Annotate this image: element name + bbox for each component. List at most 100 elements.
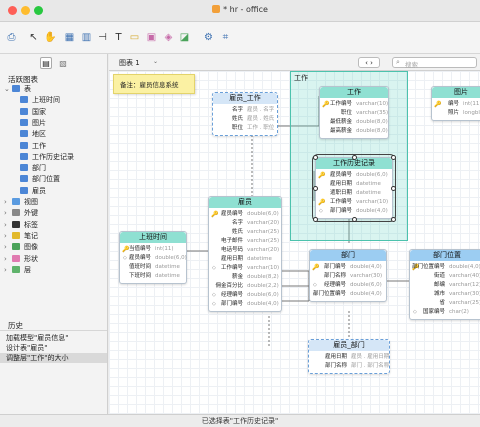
table-field-row[interactable]: 🔑 部门位置编号 double(4,0) [410,263,480,272]
tree-item-table[interactable]: 上班时间 [20,95,60,106]
resize-handle[interactable] [313,217,318,222]
tree-item-table[interactable]: 部门 [20,163,46,174]
table-field-row[interactable]: 🔑 工作编号 varchar(10) [316,198,392,207]
hand-tool-icon[interactable]: ✋ [44,31,57,44]
tree-item-table[interactable]: 工作 [20,141,46,152]
chevron-right-icon[interactable]: › [4,197,7,208]
chevron-right-icon[interactable]: › [4,220,7,231]
table-field-row[interactable]: 部门名称 varchar(30) [310,272,386,281]
table-field-row[interactable]: ◇ 部门编号 double(4,0) [316,207,392,216]
layer-tool-icon[interactable]: ◪ [178,31,191,44]
resize-handle[interactable] [391,186,396,191]
view-emp-dept[interactable]: 雇员_部门 雇用日期 雇员 . 雇用日期 部门名称 部门 . 部门名称 [308,339,390,374]
table-department[interactable]: 部门 🔑 部门编号 double(4,0) 部门名称 varchar(30) ◇ 经理编号 do… [309,249,387,302]
table-field-row[interactable]: ◇ 经理编号 double(6,0) [310,281,386,290]
table-field-row[interactable]: 照片 longblob [432,109,480,118]
tree-item-table[interactable]: 地区 [20,129,46,140]
table-field-row[interactable]: 🔑 雇员编号 double(6,0) [209,210,281,219]
connect-icon[interactable]: ⚙ [202,31,215,44]
table-field-row[interactable]: 名字 varchar(20) [209,219,281,228]
resize-handle[interactable] [313,186,318,191]
chevron-right-icon[interactable]: › [4,265,7,276]
tree-item-table[interactable]: 国家 [20,107,46,118]
diagram-canvas[interactable]: 备注：雇员信息系统 工作 雇员_工作 名字 雇员 . 名字 姓氏 雇员 . 姓氏 职位 工作… [109,71,480,414]
tree-item-group[interactable]: › 层 [4,265,31,276]
table-field-row[interactable]: 街道 varchar(40) [410,272,480,281]
table-field-row[interactable]: 省 varchar(25) [410,299,480,308]
chevron-right-icon[interactable]: › [4,254,7,265]
table-field-row[interactable]: ◇ 经理编号 double(6,0) [209,291,281,300]
tree-item-group[interactable]: › 外键 [4,208,38,219]
table-field-row[interactable]: ◇ 国家编号 char(2) [410,308,480,317]
chevron-right-icon[interactable]: › [4,208,7,219]
view-emp-job[interactable]: 雇员_工作 名字 雇员 . 名字 姓氏 雇员 . 姓氏 职位 工作 . 职位 [212,92,278,136]
save-icon[interactable]: ⎙ [5,31,18,44]
tree-item-table[interactable]: 部门位置 [20,174,60,185]
tree-item-group[interactable]: › 形状 [4,254,38,265]
table-field-row[interactable]: 电话号码 varchar(20) [209,246,281,255]
table-field-row[interactable]: 部门名称 部门 . 部门名称 [309,362,389,371]
note-tool-icon[interactable]: ▭ [128,31,141,44]
table-field-row[interactable]: 名字 雇员 . 名字 [213,106,277,115]
chevron-down-icon[interactable]: ⌄ [4,84,10,95]
table-field-row[interactable]: 最低薪金 double(8,0) [320,118,388,127]
resize-handle[interactable] [352,217,357,222]
image-tool-icon[interactable]: ▣ [145,31,158,44]
history-item[interactable]: 设计表"雇员" [6,343,47,353]
nav-arrows-button[interactable]: ‹ › [358,57,380,68]
tree-item-table[interactable]: 工作历史记录 [20,152,74,163]
resize-handle[interactable] [391,155,396,160]
tree-item-group[interactable]: › 笔记 [4,231,38,242]
table-field-row[interactable]: 雇用日期 雇员 . 雇用日期 [309,353,389,362]
table-field-row[interactable]: 职位 varchar(35) [320,109,388,118]
table-field-row[interactable]: 下班时间 datetime [120,272,186,281]
table-field-row[interactable]: 姓氏 varchar(25) [209,228,281,237]
diagram-tab[interactable]: 图表 1 [119,58,140,68]
table-field-row[interactable]: ◇ 工作编号 varchar(10) [209,264,281,273]
table-field-row[interactable]: 雇用日期 datetime [316,180,392,189]
table-field-row[interactable]: 姓氏 雇员 . 姓氏 [213,115,277,124]
table-field-row[interactable]: 佣金百分比 double(2,2) [209,282,281,291]
table-field-row[interactable]: 电子邮件 varchar(25) [209,237,281,246]
history-item[interactable]: 加载模型"雇员信息" [6,333,68,343]
table-department-location[interactable]: 部门位置 🔑 部门位置编号 double(4,0) 街道 varchar(40) 邮编 var… [409,249,480,320]
chevron-down-icon[interactable]: ⌄ [153,58,158,65]
table-work-time[interactable]: 上班时间 🔑 当值编号 int(11) ◇ 雇员编号 double(6,0) 值班时间 date… [119,231,187,284]
table-field-row[interactable]: 🔑 雇员编号 double(6,0) [316,171,392,180]
table-field-row[interactable]: ◇ 雇员编号 double(6,0) [120,254,187,263]
resize-handle[interactable] [391,217,396,222]
table-field-row[interactable]: ◇ 部门位置编号 double(4,0) [310,290,386,299]
table-field-row[interactable]: 🔑 工作编号 varchar(10) [320,100,388,109]
table-field-row[interactable]: 🔑 编号 int(11) [432,100,480,109]
shape-tool-icon[interactable]: ◈ [162,31,175,44]
table-field-row[interactable]: 城市 varchar(30) [410,290,480,299]
tree-item-group[interactable]: › 标签 [4,220,38,231]
tree-item-group[interactable]: › 图像 [4,242,38,253]
table-field-row[interactable]: 遣职日期 datetime [316,189,392,198]
table-field-row[interactable]: 邮编 varchar(12) [410,281,480,290]
chevron-right-icon[interactable]: › [4,231,7,242]
table-employee[interactable]: 雇员 🔑 雇员编号 double(6,0) 名字 varchar(20) 姓氏 varchar… [208,196,282,312]
table-field-row[interactable]: 值班时间 datetime [120,263,186,272]
table-job-history[interactable]: 工作历史记录 🔑 雇员编号 double(6,0) 雇用日期 datetime 遣职日期 da… [312,154,396,222]
resize-handle[interactable] [352,155,357,160]
tree-item-group[interactable]: › 视图 [4,197,38,208]
resize-handle[interactable] [313,155,318,160]
label-tool-icon[interactable]: T [112,31,125,44]
tree-item-group[interactable]: ⌄ 表 [4,84,31,95]
table-field-row[interactable]: ◇ 部门编号 double(4,0) [209,300,281,309]
align-icon[interactable]: ⌗ [219,31,232,44]
properties-tab-icon[interactable]: ▧ [57,57,69,69]
pointer-tool-icon[interactable]: ↖ [27,31,40,44]
object-tab-icon[interactable]: ▤ [40,57,52,69]
table-field-row[interactable]: 雇用日期 datetime [209,255,281,264]
table-field-row[interactable]: 最高薪金 double(8,0) [320,127,388,136]
view-tool-icon[interactable]: ▥ [80,31,93,44]
chevron-right-icon[interactable]: › [4,242,7,253]
search-input[interactable]: ⌕ 搜索 [392,57,477,69]
table-field-row[interactable]: 🔑 部门编号 double(4,0) [310,263,386,272]
table-field-row[interactable]: 薪金 double(8,2) [209,273,281,282]
history-item[interactable]: 调整层"工作"的大小 [0,353,107,363]
tree-item-table[interactable]: 图片 [20,118,46,129]
table-job[interactable]: 工作 🔑 工作编号 varchar(10) 职位 varchar(35) 最低薪金 doubl… [319,86,389,139]
